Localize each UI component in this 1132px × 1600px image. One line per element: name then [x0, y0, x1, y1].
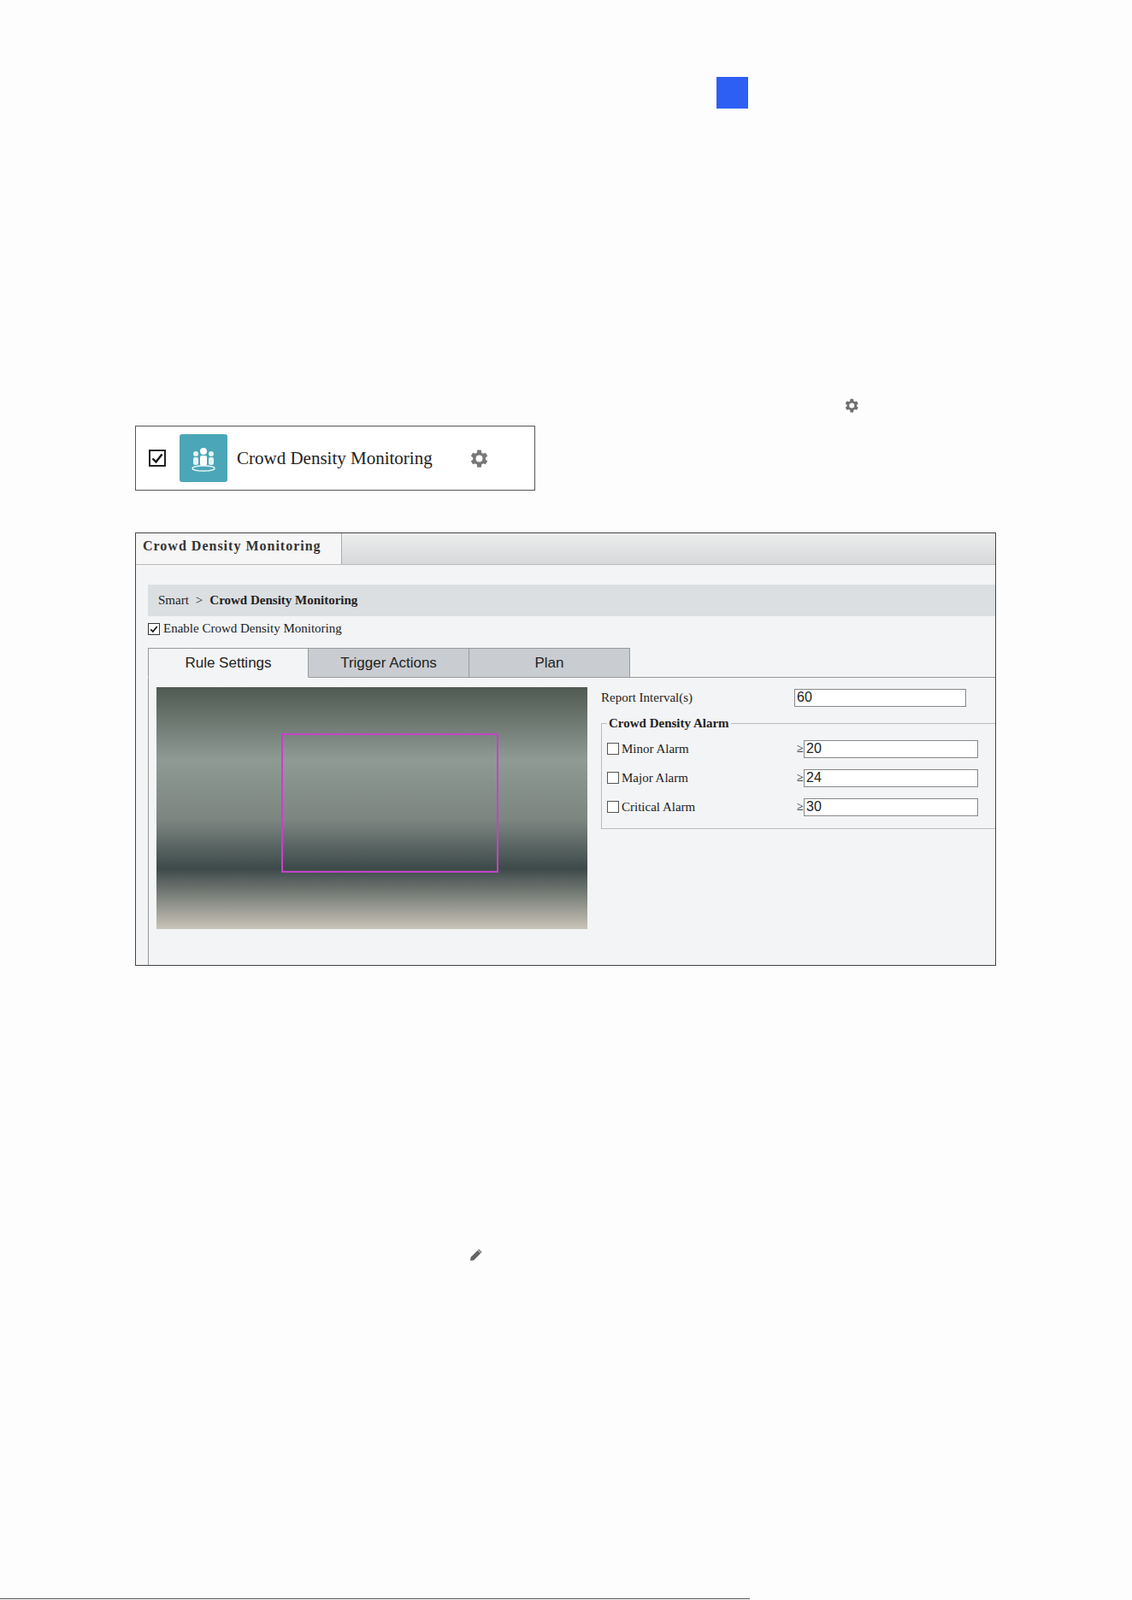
- report-interval-input[interactable]: [794, 689, 967, 708]
- page-marker: [716, 76, 749, 109]
- alarm-operator: ≥: [796, 742, 804, 756]
- alarm-label: Critical Alarm: [621, 800, 797, 815]
- video-preview: [156, 687, 588, 930]
- alarm-operator: ≥: [796, 800, 804, 814]
- check-icon: [150, 451, 165, 466]
- crowd-icon: [179, 434, 228, 483]
- enable-checkbox[interactable]: [147, 623, 160, 636]
- feature-card: Crowd Density Monitoring: [135, 425, 536, 491]
- feature-checkbox[interactable]: [148, 449, 166, 467]
- report-interval-label: Report Interval(s): [601, 690, 795, 706]
- alarm-label: Minor Alarm: [621, 742, 797, 757]
- enable-label: Enable Crowd Density Monitoring: [163, 621, 342, 637]
- tab-bar: Rule SettingsTrigger ActionsPlan: [147, 648, 996, 679]
- tab[interactable]: Rule Settings: [147, 648, 309, 679]
- settings-panel: Crowd Density Monitoring Smart > Crowd Dens…: [135, 532, 997, 967]
- alarm-label: Major Alarm: [621, 771, 797, 786]
- alarm-operator: ≥: [796, 771, 804, 785]
- breadcrumb-item: Crowd Density Monitoring: [209, 593, 358, 608]
- alarm-threshold-input[interactable]: [803, 769, 979, 788]
- breadcrumb-separator: >: [195, 593, 203, 608]
- tab[interactable]: Plan: [469, 648, 631, 679]
- check-icon: [148, 624, 160, 635]
- alarm-group: Crowd Density AlarmMinor Alarm≥Major Ala…: [601, 716, 996, 830]
- alarm-row: Minor Alarm≥: [607, 734, 996, 764]
- breadcrumb: Smart > Crowd Density Monitoring: [147, 584, 996, 617]
- alarm-checkbox[interactable]: [607, 742, 620, 755]
- breadcrumb-item[interactable]: Smart: [158, 593, 189, 608]
- detection-region[interactable]: [281, 733, 499, 873]
- alarm-threshold-input[interactable]: [803, 798, 979, 817]
- report-interval-row: Report Interval(s): [601, 687, 996, 708]
- tab-content: Report Interval(s) Crowd Density Alarm Min…: [147, 678, 996, 966]
- gear-icon[interactable]: [466, 447, 490, 471]
- alarm-group-title: Crowd Density Alarm: [607, 716, 732, 732]
- alarm-threshold-input[interactable]: [803, 740, 979, 759]
- document-page: Crowd Density Monitoring Crowd Density Mo…: [0, 0, 1132, 1600]
- tab[interactable]: Trigger Actions: [308, 648, 470, 679]
- panel-title: Crowd Density Monitoring: [135, 533, 342, 565]
- feature-label: Crowd Density Monitoring: [236, 448, 433, 470]
- alarm-checkbox[interactable]: [607, 801, 620, 814]
- gear-icon: [842, 396, 861, 415]
- pencil-icon: [467, 1247, 484, 1264]
- alarm-row: Critical Alarm≥: [607, 792, 996, 822]
- panel-header: Crowd Density Monitoring: [135, 533, 996, 566]
- alarm-row: Major Alarm≥: [607, 763, 996, 793]
- enable-checkbox-row[interactable]: Enable Crowd Density Monitoring: [147, 621, 996, 637]
- alarm-checkbox[interactable]: [607, 772, 620, 785]
- footer-rule: [0, 1598, 750, 1600]
